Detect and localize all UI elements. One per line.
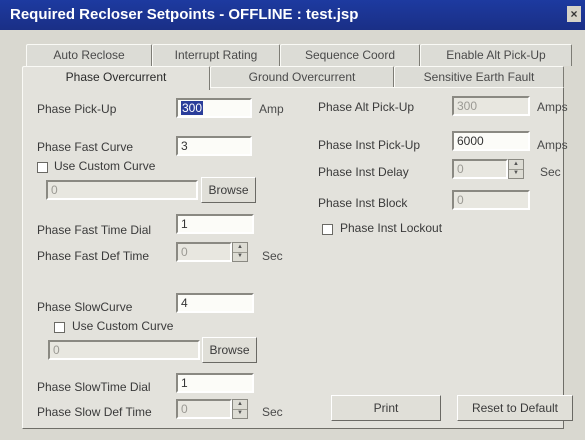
phase-alt-pickup-unit: Amps [537, 100, 568, 114]
tab-ground-overcurrent[interactable]: Ground Overcurrent [210, 66, 394, 88]
window-title: Required Recloser Setpoints - OFFLINE : … [10, 6, 359, 23]
phase-inst-lockout-label: Phase Inst Lockout [340, 221, 443, 235]
phase-inst-lockout-checkbox[interactable] [322, 224, 333, 235]
tab-interrupt-rating[interactable]: Interrupt Rating [152, 44, 280, 66]
fast-custom-curve-field[interactable]: 0 [46, 180, 198, 200]
phase-fast-curve-field[interactable]: 3 [176, 136, 252, 156]
phase-slow-curve-field[interactable]: 4 [176, 293, 254, 313]
phase-slow-time-dial-label: Phase SlowTime Dial [37, 380, 151, 394]
phase-slow-def-time-label: Phase Slow Def Time [37, 405, 152, 419]
slow-use-custom-curve-checkbox[interactable] [54, 322, 65, 333]
phase-inst-block-field[interactable]: 0 [452, 190, 530, 210]
spinner-down-icon[interactable]: ▼ [509, 169, 523, 178]
tab-enable-alt-pickup[interactable]: Enable Alt Pick-Up [420, 44, 572, 66]
phase-inst-delay-spinner[interactable]: ▲ ▼ [508, 159, 524, 179]
reset-to-default-button[interactable]: Reset to Default [457, 395, 573, 421]
phase-slow-def-time-spinner[interactable]: ▲ ▼ [232, 399, 248, 419]
fast-use-custom-curve-checkbox[interactable] [37, 162, 48, 173]
close-button[interactable]: × [567, 6, 581, 22]
phase-pickup-field[interactable]: 300 [176, 98, 252, 118]
fast-use-custom-curve-label: Use Custom Curve [54, 159, 156, 173]
spinner-down-icon[interactable]: ▼ [233, 409, 247, 418]
phase-inst-pickup-field[interactable]: 6000 [452, 131, 530, 151]
title-bar: Required Recloser Setpoints - OFFLINE : … [0, 0, 585, 30]
fast-browse-button[interactable]: Browse [201, 177, 256, 203]
slow-custom-curve-field[interactable]: 0 [48, 340, 200, 360]
phase-inst-delay-unit: Sec [540, 165, 561, 179]
phase-slow-time-dial-field[interactable]: 1 [176, 373, 254, 393]
tab-auto-reclose[interactable]: Auto Reclose [26, 44, 152, 66]
print-button[interactable]: Print [331, 395, 441, 421]
slow-browse-button[interactable]: Browse [202, 337, 257, 363]
phase-fast-def-time-spinner[interactable]: ▲ ▼ [232, 242, 248, 262]
phase-slow-def-time-unit: Sec [262, 405, 283, 419]
phase-inst-block-label: Phase Inst Block [318, 196, 408, 210]
phase-fast-def-time-label: Phase Fast Def Time [37, 249, 150, 263]
phase-pickup-value: 300 [181, 101, 204, 115]
phase-fast-def-time-field[interactable]: 0 [176, 242, 232, 262]
phase-slow-def-time-field[interactable]: 0 [176, 399, 232, 419]
phase-alt-pickup-field[interactable]: 300 [452, 96, 530, 116]
spinner-down-icon[interactable]: ▼ [233, 252, 247, 261]
tab-phase-overcurrent[interactable]: Phase Overcurrent [22, 66, 210, 90]
phase-fast-time-dial-field[interactable]: 1 [176, 214, 254, 234]
phase-slow-curve-label: Phase SlowCurve [37, 300, 133, 314]
phase-inst-pickup-unit: Amps [537, 138, 568, 152]
phase-alt-pickup-label: Phase Alt Pick-Up [318, 100, 415, 114]
phase-inst-delay-field[interactable]: 0 [452, 159, 508, 179]
phase-inst-delay-label: Phase Inst Delay [318, 165, 409, 179]
tab-sensitive-earth-fault[interactable]: Sensitive Earth Fault [394, 66, 564, 88]
phase-pickup-unit: Amp [259, 102, 284, 116]
phase-fast-curve-label: Phase Fast Curve [37, 140, 134, 154]
phase-fast-def-time-unit: Sec [262, 249, 283, 263]
slow-use-custom-curve-label: Use Custom Curve [72, 319, 174, 333]
phase-fast-time-dial-label: Phase Fast Time Dial [37, 223, 152, 237]
phase-pickup-label: Phase Pick-Up [37, 102, 117, 116]
tab-sequence-coord[interactable]: Sequence Coord [280, 44, 420, 66]
phase-inst-pickup-label: Phase Inst Pick-Up [318, 138, 421, 152]
